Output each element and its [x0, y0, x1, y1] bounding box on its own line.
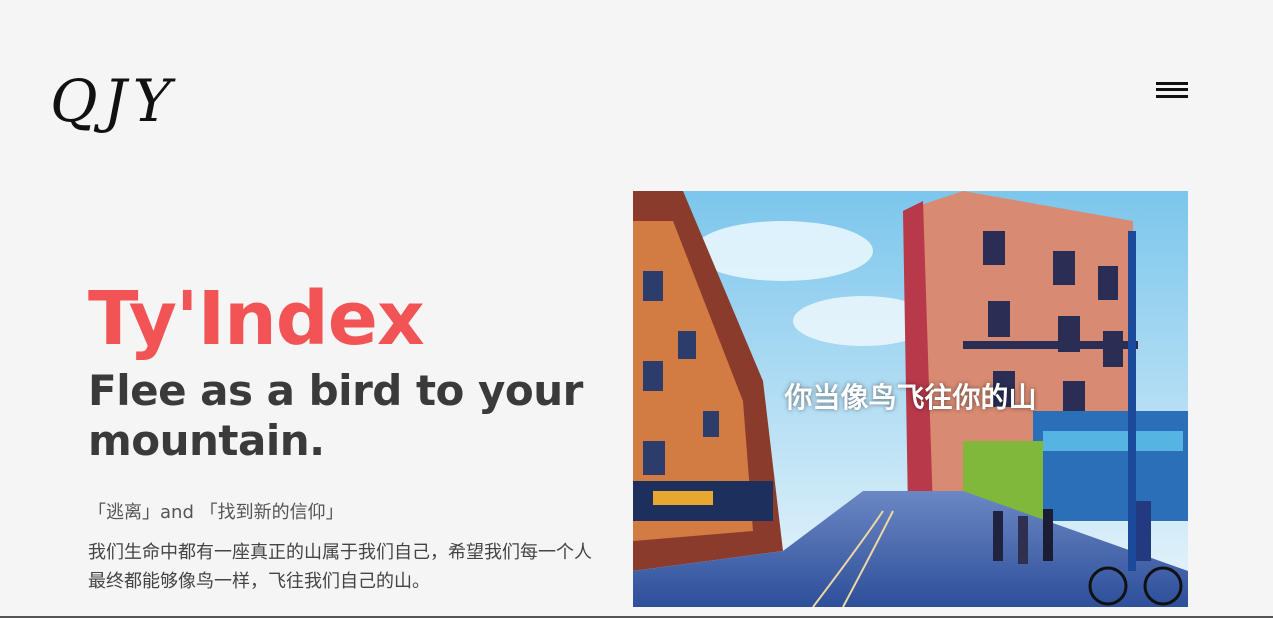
hero-street-image: 你当像鸟飞往你的山 — [633, 191, 1188, 607]
hamburger-menu-icon[interactable] — [1155, 80, 1189, 102]
hero-subtitle: 「逃离」and 「找到新的信仰」 — [88, 502, 344, 523]
menu-bar-top — [1156, 82, 1188, 85]
hero-title: Ty'Index — [88, 276, 425, 362]
hero-description: 我们生命中都有一座真正的山属于我们自己，希望我们每一个人最终都能够像鸟一样，飞往… — [88, 542, 592, 592]
hero-tagline: Flee as a bird to your mountain. — [88, 366, 583, 465]
menu-bar-middle — [1156, 88, 1188, 91]
menu-bar-bottom — [1156, 95, 1188, 98]
site-logo[interactable]: QJY — [50, 72, 177, 130]
image-caption: 你当像鸟飞往你的山 — [784, 381, 1037, 414]
